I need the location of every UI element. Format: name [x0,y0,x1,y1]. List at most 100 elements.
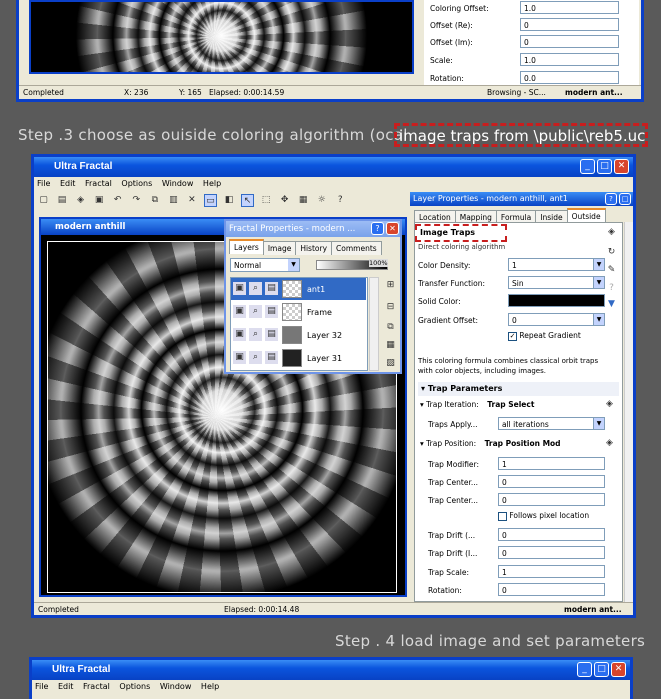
layer-scrollbar[interactable] [369,277,379,371]
chevron-down-icon[interactable]: ▼ [593,417,605,430]
layer-row-ant1[interactable]: ▣ ⌕ ▤ ant1 [231,278,366,300]
layer-row-32[interactable]: ▣ ⌕ ▤ Layer 32 [231,324,366,346]
status-doc[interactable]: modern ant... [565,88,623,97]
add-group-icon[interactable]: ⊟ [384,301,397,314]
help-icon[interactable]: ? [334,194,347,207]
new-icon[interactable]: ▢ [37,194,50,207]
trap-iteration-row[interactable]: ▾ Trap Iteration: Trap Select [420,400,534,409]
trap-drift-im-input[interactable]: 0 [498,546,605,559]
tab-layers[interactable]: Layers [229,239,264,254]
traps-apply-select[interactable]: all iterations [498,417,605,430]
offset-im-input[interactable]: 0 [520,35,619,48]
pointer-icon[interactable]: ↖ [241,194,255,207]
chevron-down-icon[interactable]: ▼ [593,313,605,326]
delete-layer-icon[interactable]: ▨ [384,357,397,370]
explore-icon[interactable]: ☼ [315,194,328,207]
layer-lock-icon[interactable]: ▤ [265,328,278,341]
trap-scale-input[interactable]: 1 [498,565,605,578]
layer-zoom-icon[interactable]: ⌕ [249,328,262,341]
tab-outside[interactable]: Outside [566,208,606,223]
checkbox-icon[interactable]: ✓ [508,331,517,341]
render-icon[interactable]: ▦ [297,194,310,207]
paste-icon[interactable]: ▥ [167,194,180,207]
layer-lock-icon[interactable]: ▤ [265,282,278,295]
layer-lock-icon[interactable]: ▤ [265,351,278,364]
layer-row-frame[interactable]: ▣ ⌕ ▤ Frame [231,301,366,323]
trap-drift-re-input[interactable]: 0 [498,528,605,541]
layer-visible-icon[interactable]: ▣ [233,351,246,364]
follows-pixel-checkbox[interactable]: Follows pixel location [498,511,589,521]
rotation-input[interactable]: 0.0 [520,71,619,84]
browse-formula-icon[interactable]: ◈ [605,226,618,239]
trap-parameters-header[interactable]: ▾ Trap Parameters [418,382,619,396]
split-view-icon[interactable]: ◧ [222,194,235,207]
save-icon[interactable]: ▣ [93,194,106,207]
menu-edit[interactable]: Edit [58,682,74,691]
layer-visible-icon[interactable]: ▣ [233,305,246,318]
select-icon[interactable]: ⬚ [260,194,273,207]
tab-history[interactable]: History [295,241,333,255]
close-button[interactable]: ✕ [611,662,626,677]
edit-formula-icon[interactable]: ✎ [605,264,618,277]
menu-help[interactable]: Help [203,179,221,188]
fractal-props-close-button[interactable]: ✕ [386,222,399,235]
undo-icon[interactable]: ↶ [111,194,124,207]
transfer-function-select[interactable]: Sin [508,276,605,289]
menu-fractal[interactable]: Fractal [83,682,110,691]
minimize-button[interactable]: _ [577,662,592,677]
menu-edit[interactable]: Edit [60,179,76,188]
trap-center-im-input[interactable]: 0 [498,493,605,506]
layer-lock-icon[interactable]: ▤ [265,305,278,318]
add-layer-icon[interactable]: ⊞ [384,279,397,292]
open-icon[interactable]: ▤ [56,194,69,207]
window-view-icon[interactable]: ▭ [203,194,217,207]
chevron-down-icon[interactable]: ▼ [593,258,605,271]
repeat-gradient-checkbox[interactable]: ✓ Repeat Gradient [508,331,581,341]
question-icon[interactable]: ? [605,282,618,295]
layer-props-dock-button[interactable]: □ [619,193,631,205]
menu-file[interactable]: File [35,682,48,691]
trap-center-re-input[interactable]: 0 [498,475,605,488]
redo-icon[interactable]: ↷ [130,194,143,207]
expand-icon[interactable]: ▼ [605,298,618,311]
checkbox-icon[interactable] [498,511,507,521]
layer-props-help-button[interactable]: ? [605,193,617,205]
layer-zoom-icon[interactable]: ⌕ [249,305,262,318]
move-icon[interactable]: ✥ [278,194,291,207]
offset-re-input[interactable]: 0 [520,18,619,31]
solid-color-swatch[interactable] [508,294,605,307]
merge-layer-icon[interactable]: ▦ [384,339,397,352]
layer-zoom-icon[interactable]: ⌕ [249,351,262,364]
browse-class-icon[interactable]: ◈ [603,398,616,411]
layer-visible-icon[interactable]: ▣ [233,282,246,295]
refresh-icon[interactable]: ↻ [605,246,618,259]
color-density-input[interactable]: 1 [508,258,605,271]
trap-rotation-input[interactable]: 0 [498,583,605,596]
browse-icon[interactable]: ◈ [74,194,87,207]
trap-position-row[interactable]: ▾ Trap Position: Trap Position Mod [420,439,561,448]
maximize-button[interactable]: □ [597,159,612,174]
delete-icon[interactable]: ✕ [185,194,198,207]
panel-scrollbar[interactable] [624,222,633,602]
layer-zoom-icon[interactable]: ⌕ [249,282,262,295]
coloring-offset-input[interactable]: 1.0 [520,1,619,14]
layer-visible-icon[interactable]: ▣ [233,328,246,341]
tab-comments[interactable]: Comments [331,241,382,255]
scale-input[interactable]: 1.0 [520,53,619,66]
browse-class-icon[interactable]: ◈ [603,437,616,450]
fractal-props-help-button[interactable]: ? [371,222,384,235]
copy-icon[interactable]: ⧉ [148,194,161,207]
minimize-button[interactable]: _ [580,159,595,174]
menu-options[interactable]: Options [119,682,150,691]
maximize-button[interactable]: □ [594,662,609,677]
gradient-offset-input[interactable]: 0 [508,313,605,326]
menu-fractal[interactable]: Fractal [85,179,112,188]
duplicate-layer-icon[interactable]: ⧉ [384,321,397,334]
menu-window[interactable]: Window [160,682,192,691]
layer-row-31[interactable]: ▣ ⌕ ▤ Layer 31 [231,347,366,369]
status-doc[interactable]: modern ant... [564,605,622,614]
menu-options[interactable]: Options [121,179,152,188]
close-button[interactable]: ✕ [614,159,629,174]
trap-modifier-input[interactable]: 1 [498,457,605,470]
blend-mode-select[interactable]: Normal ▼ [230,258,300,272]
